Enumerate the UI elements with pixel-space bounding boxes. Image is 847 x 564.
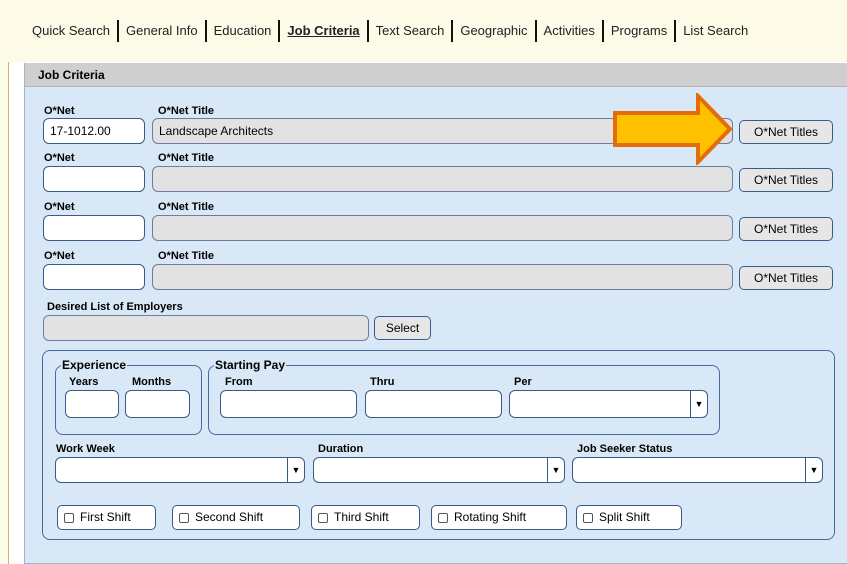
panel-title: Job Criteria	[25, 63, 847, 87]
pay-from-input[interactable]	[220, 390, 357, 418]
onet-title-input-3[interactable]	[152, 215, 733, 241]
onet-titles-button-2[interactable]: O*Net Titles	[739, 168, 833, 192]
job-seeker-status-label: Job Seeker Status	[577, 443, 673, 455]
onet-code-label: O*Net	[44, 250, 75, 262]
pay-per-select[interactable]: ▼	[509, 390, 708, 418]
second-shift-label: Second Shift	[195, 510, 264, 524]
onet-title-label: O*Net Title	[158, 201, 215, 213]
checkbox-icon[interactable]	[318, 512, 328, 523]
chevron-down-icon[interactable]: ▼	[690, 391, 707, 417]
onet-title-input-2[interactable]	[152, 166, 733, 192]
per-label: Per	[514, 376, 532, 388]
tab-quick-search[interactable]: Quick Search	[26, 21, 117, 41]
experience-legend: Experience	[61, 358, 128, 372]
onet-title-label: O*Net Title	[158, 105, 215, 117]
tab-list-search[interactable]: List Search	[676, 21, 755, 41]
onet-code-input-3[interactable]	[43, 215, 145, 241]
left-border	[0, 62, 9, 564]
duration-select[interactable]: ▼	[313, 457, 565, 483]
onet-code-label: O*Net	[44, 201, 75, 213]
tab-activities[interactable]: Activities	[537, 21, 602, 41]
thru-label: Thru	[370, 376, 395, 388]
chevron-down-icon[interactable]: ▼	[547, 458, 564, 482]
second-shift-checkbox[interactable]: Second Shift	[172, 505, 300, 530]
onet-title-input-4[interactable]	[152, 264, 733, 290]
first-shift-label: First Shift	[80, 510, 131, 524]
onet-titles-button-1[interactable]: O*Net Titles	[739, 120, 833, 144]
tab-general-info[interactable]: General Info	[119, 21, 205, 41]
months-label: Months	[132, 376, 172, 388]
tab-education[interactable]: Education	[207, 21, 279, 41]
work-week-label: Work Week	[56, 443, 115, 455]
tab-text-search[interactable]: Text Search	[369, 21, 452, 41]
from-label: From	[225, 376, 253, 388]
third-shift-checkbox[interactable]: Third Shift	[311, 505, 420, 530]
tab-programs[interactable]: Programs	[604, 21, 674, 41]
employers-label: Desired List of Employers	[47, 301, 183, 313]
onet-code-input-2[interactable]	[43, 166, 145, 192]
employers-input[interactable]	[43, 315, 369, 341]
split-shift-checkbox[interactable]: Split Shift	[576, 505, 682, 530]
years-label: Years	[69, 376, 99, 388]
experience-years-input[interactable]	[65, 390, 119, 418]
arrow-right-icon	[613, 93, 733, 165]
duration-label: Duration	[318, 443, 364, 455]
checkbox-icon[interactable]	[583, 512, 593, 523]
onet-code-label: O*Net	[44, 152, 75, 164]
rotating-shift-label: Rotating Shift	[454, 510, 527, 524]
onet-titles-button-3[interactable]: O*Net Titles	[739, 217, 833, 241]
chevron-down-icon[interactable]: ▼	[287, 458, 304, 482]
tab-list: Quick Search General Info Education Job …	[26, 20, 755, 42]
first-shift-checkbox[interactable]: First Shift	[57, 505, 156, 530]
split-shift-label: Split Shift	[599, 510, 650, 524]
rotating-shift-checkbox[interactable]: Rotating Shift	[431, 505, 567, 530]
starting-pay-legend: Starting Pay	[214, 358, 287, 372]
tab-geographic[interactable]: Geographic	[453, 21, 534, 41]
onet-code-label: O*Net	[44, 105, 75, 117]
onet-title-label: O*Net Title	[158, 152, 215, 164]
onet-titles-button-4[interactable]: O*Net Titles	[739, 266, 833, 290]
tab-bar: Quick Search General Info Education Job …	[0, 0, 847, 62]
onet-code-input-4[interactable]	[43, 264, 145, 290]
onet-title-label: O*Net Title	[158, 250, 215, 262]
pay-thru-input[interactable]	[365, 390, 502, 418]
chevron-down-icon[interactable]: ▼	[805, 458, 822, 482]
checkbox-icon[interactable]	[438, 512, 448, 523]
onet-code-input-1[interactable]: 17-1012.00	[43, 118, 145, 144]
work-week-select[interactable]: ▼	[55, 457, 305, 483]
tab-job-criteria[interactable]: Job Criteria	[280, 21, 366, 41]
third-shift-label: Third Shift	[334, 510, 389, 524]
experience-months-input[interactable]	[125, 390, 190, 418]
select-employers-button[interactable]: Select	[374, 316, 431, 340]
job-seeker-status-select[interactable]: ▼	[572, 457, 823, 483]
checkbox-icon[interactable]	[179, 512, 189, 523]
checkbox-icon[interactable]	[64, 512, 74, 523]
